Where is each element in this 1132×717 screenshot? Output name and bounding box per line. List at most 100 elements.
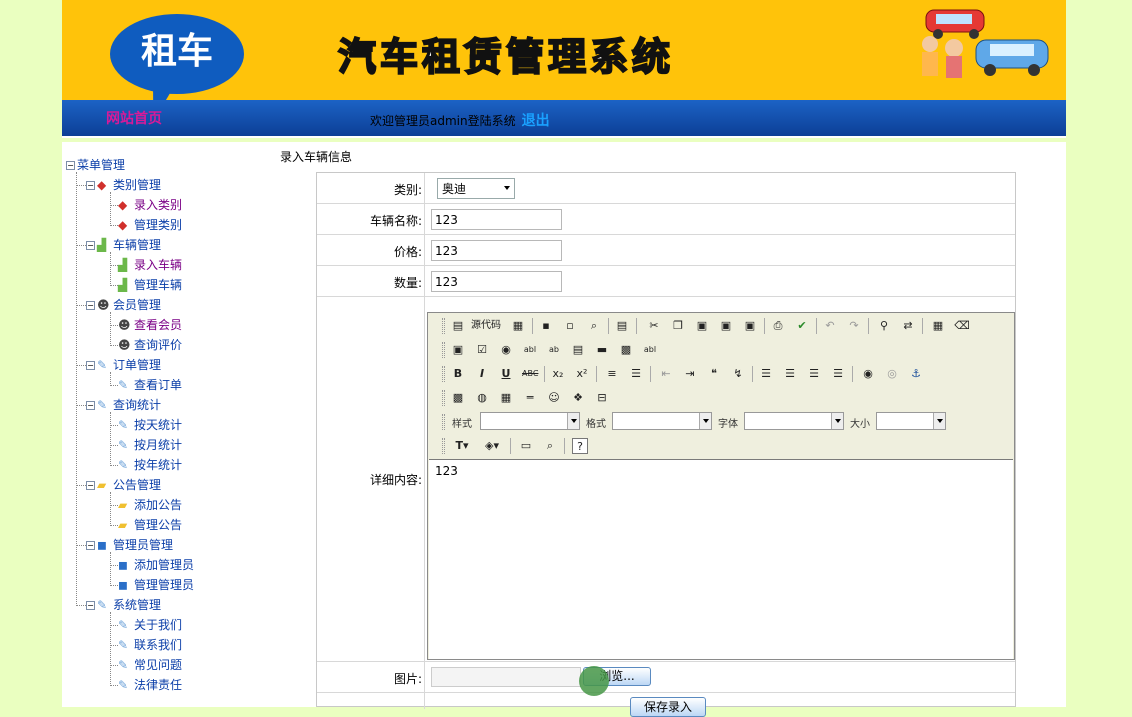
style-combo[interactable] [480,412,580,430]
preview-icon[interactable]: ▦ [510,318,526,334]
image-button-icon[interactable]: ▩ [618,342,634,358]
sidebar-group-7[interactable]: − ✎ 系统管理 [86,596,161,614]
font-combo[interactable] [744,412,844,430]
paste-icon[interactable]: ▣ [694,318,710,334]
sidebar-group-3[interactable]: − ✎ 订单管理 [86,356,161,374]
table-icon[interactable]: ▦ [498,390,514,406]
outdent-icon[interactable]: ⇤ [658,366,674,382]
sidebar-item[interactable]: ◆ 管理类别 [118,216,182,234]
sidebar-item[interactable]: ▟ 管理车辆 [118,276,182,294]
sidebar-item[interactable]: ✎ 常见问题 [118,656,182,674]
select-all-icon[interactable]: ▦ [930,318,946,334]
unlink-icon[interactable]: ◎ [884,366,900,382]
sidebar-item[interactable]: ☻ 查看会员 [118,316,182,334]
sidebar-item[interactable]: ▰ 添加公告 [118,496,182,514]
italic-icon[interactable]: I [474,366,490,382]
sidebar-item[interactable]: ✎ 关于我们 [118,616,182,634]
sidebar-group-6[interactable]: − ◼ 管理员管理 [86,536,173,554]
special-char-icon[interactable]: ❖ [570,390,586,406]
subscript-icon[interactable]: x₂ [550,366,566,382]
paste-text-icon[interactable]: ▣ [718,318,734,334]
print-preview-icon[interactable]: ⌕ [586,318,602,334]
print-icon[interactable]: ⎙ [770,318,786,334]
underline-icon[interactable]: U [498,366,514,382]
strikethrough-icon[interactable]: ABC [522,366,538,382]
text-color-icon[interactable]: T▾ [450,438,474,454]
bullet-list-icon[interactable]: ☰ [628,366,644,382]
source-button[interactable]: 源代码 [466,318,506,334]
collapse-icon[interactable]: − [86,361,95,370]
button-field-icon[interactable]: ▬ [594,342,610,358]
replace-icon[interactable]: ⇄ [900,318,916,334]
superscript-icon[interactable]: x² [574,366,590,382]
cut-icon[interactable]: ✂ [646,318,662,334]
radio-icon[interactable]: ◉ [498,342,514,358]
link-icon[interactable]: ◉ [860,366,876,382]
textarea-icon[interactable]: ab [546,342,562,358]
sidebar-group-0[interactable]: − ◆ 类别管理 [86,176,161,194]
quantity-input[interactable] [431,271,562,292]
hidden-field-icon[interactable]: abl [642,342,658,358]
copy-icon[interactable]: ❐ [670,318,686,334]
tree-root-item[interactable]: − 菜单管理 [66,156,125,174]
indent-icon[interactable]: ⇥ [682,366,698,382]
page-break-icon[interactable]: ⊟ [594,390,610,406]
collapse-icon[interactable]: − [86,301,95,310]
sidebar-group-5[interactable]: − ▰ 公告管理 [86,476,161,494]
image-icon[interactable]: ▩ [450,390,466,406]
category-select[interactable]: 奥迪 [437,178,515,199]
horizontal-rule-icon[interactable]: ═ [522,390,538,406]
source-icon[interactable]: ▤ [450,318,466,334]
template-icon[interactable]: ▤ [614,318,630,334]
paste-word-icon[interactable]: ▣ [742,318,758,334]
collapse-icon[interactable]: − [86,401,95,410]
collapse-icon[interactable]: − [86,241,95,250]
undo-icon[interactable]: ↶ [822,318,838,334]
sidebar-group-4[interactable]: − ✎ 查询统计 [86,396,161,414]
sidebar-item[interactable]: ✎ 法律责任 [118,676,182,694]
collapse-icon[interactable]: − [66,161,75,170]
sidebar-item[interactable]: ▰ 管理公告 [118,516,182,534]
sidebar-item[interactable]: ✎ 按天统计 [118,416,182,434]
price-input[interactable] [431,240,562,261]
form-icon[interactable]: ▣ [450,342,466,358]
blockquote-icon[interactable]: ❝ [706,366,722,382]
select-field-icon[interactable]: ▤ [570,342,586,358]
collapse-icon[interactable]: − [86,481,95,490]
smiley-icon[interactable]: ☺ [546,390,562,406]
show-blocks-icon[interactable]: ⌕ [542,438,558,454]
collapse-icon[interactable]: − [86,541,95,550]
align-center-icon[interactable]: ☰ [782,366,798,382]
sidebar-item[interactable]: ◆ 录入类别 [118,196,182,214]
maximize-icon[interactable]: ▭ [518,438,534,454]
sidebar-item[interactable]: ◼ 添加管理员 [118,556,194,574]
size-combo[interactable] [876,412,946,430]
name-input[interactable] [431,209,562,230]
sidebar-item[interactable]: ◼ 管理管理员 [118,576,194,594]
save-icon[interactable]: ▪ [538,318,554,334]
ordered-list-icon[interactable]: ≡ [604,366,620,382]
sidebar-group-2[interactable]: − ☻ 会员管理 [86,296,161,314]
sidebar-item[interactable]: ☻ 查询评价 [118,336,182,354]
anchor-icon[interactable]: ⚓ [908,366,924,382]
spellcheck-icon[interactable]: ✔ [794,318,810,334]
sidebar-item[interactable]: ▟ 录入车辆 [118,256,182,274]
redo-icon[interactable]: ↷ [846,318,862,334]
flash-icon[interactable]: ◍ [474,390,490,406]
div-icon[interactable]: ↯ [730,366,746,382]
home-link[interactable]: 网站首页 [106,108,162,128]
bg-color-icon[interactable]: ◈▾ [480,438,504,454]
sidebar-item[interactable]: ✎ 按月统计 [118,436,182,454]
file-path-input[interactable] [431,667,581,687]
logout-link[interactable]: 退出 [522,113,550,129]
new-page-icon[interactable]: ▫ [562,318,578,334]
bold-icon[interactable]: B [450,366,466,382]
textfield-icon[interactable]: abl [522,342,538,358]
help-icon[interactable]: ? [572,438,588,454]
save-button[interactable]: 保存录入 [630,697,706,717]
eraser-icon[interactable]: ⌫ [954,318,970,334]
format-combo[interactable] [612,412,712,430]
align-left-icon[interactable]: ☰ [758,366,774,382]
find-icon[interactable]: ⚲ [876,318,892,334]
editor-content-area[interactable]: 123 [429,459,1013,659]
